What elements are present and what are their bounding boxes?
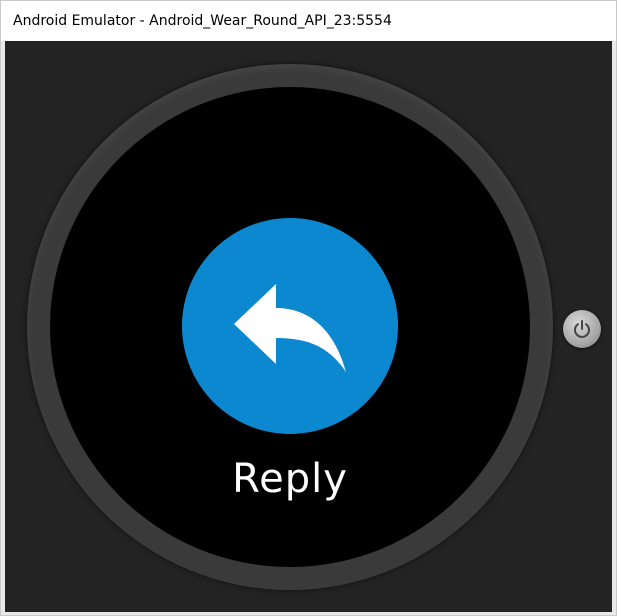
window-frame-right xyxy=(612,41,616,615)
power-icon xyxy=(574,320,590,338)
reply-button[interactable] xyxy=(182,218,398,434)
power-button[interactable] xyxy=(563,310,601,348)
reply-arrow-icon xyxy=(234,284,346,372)
title-bar[interactable]: Android Emulator - Android_Wear_Round_AP… xyxy=(1,1,616,41)
window-title: Android Emulator - Android_Wear_Round_AP… xyxy=(13,13,392,29)
emulator-window: Android Emulator - Android_Wear_Round_AP… xyxy=(0,0,617,616)
window-frame-bottom xyxy=(1,612,616,615)
reply-label: Reply xyxy=(232,456,348,502)
